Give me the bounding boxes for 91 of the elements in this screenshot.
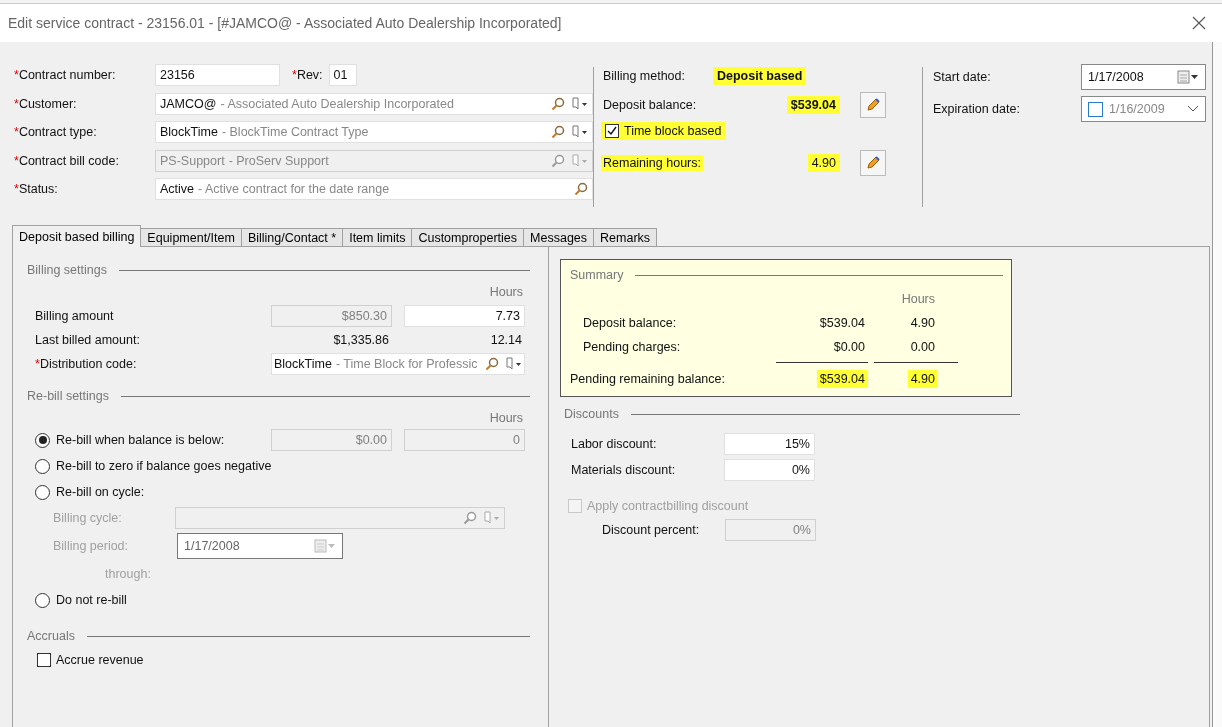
amount-field[interactable]: $0.00 — [271, 429, 392, 451]
option-label[interactable]: Re-bill to zero if balance goes negative — [56, 459, 272, 473]
section-title: Re-bill settings — [27, 389, 109, 403]
hours-value: 4.90 — [909, 315, 936, 332]
search-icon[interactable] — [574, 182, 588, 196]
field-label: Billing amount — [35, 309, 115, 323]
option-label[interactable]: Re-bill on cycle: — [56, 485, 145, 499]
radio-button[interactable] — [35, 484, 50, 500]
field-label: *Contract type: — [14, 125, 98, 139]
discount-field[interactable]: 15% — [724, 433, 815, 455]
field-label: *Contract number: — [14, 68, 117, 82]
chevron-down-icon[interactable] — [1187, 105, 1199, 113]
tab[interactable]: Billing/Contact * — [240, 228, 344, 247]
accrue-revenue-checkbox[interactable]: Accrue revenue — [33, 651, 148, 669]
pencil-icon — [865, 154, 881, 171]
hours-value: 12.14 — [489, 333, 523, 347]
field-label: Expiration date: — [933, 102, 1021, 116]
field-label: *Rev: — [292, 68, 323, 82]
option-label[interactable]: Do not re-bill — [56, 593, 127, 607]
field-label: Discount percent: — [602, 523, 701, 537]
lookup-field[interactable]: JAMCO@ - Associated Auto Dealership Incorporated — [155, 92, 593, 115]
flag-dropdown-icon[interactable] — [505, 357, 522, 371]
field-label: Billing cycle: — [53, 511, 123, 525]
lookup-field[interactable]: Active - Active contract for the date range — [155, 178, 593, 200]
field-label: Billing method: — [602, 67, 686, 84]
field-label: through: — [105, 567, 152, 581]
date-field[interactable]: 1/17/2008 — [1081, 64, 1206, 90]
field-label: Start date: — [933, 70, 992, 84]
search-icon[interactable] — [485, 357, 499, 371]
summary-label: Deposit balance: — [582, 316, 678, 330]
hours-field[interactable]: 7.73 — [404, 305, 525, 327]
pencil-icon — [865, 96, 881, 113]
column-heading: Hours — [488, 285, 524, 299]
lookup-field[interactable]: BlockTime - BlockTime Contract Type — [155, 121, 593, 143]
field-label: *Distribution code: — [35, 357, 138, 371]
search-icon[interactable] — [551, 125, 565, 139]
summary-label: Pending charges: — [582, 340, 682, 354]
amount-value: $539.04 — [816, 370, 868, 388]
amount-value: $539.04 — [818, 315, 866, 332]
radio-button[interactable] — [35, 432, 50, 448]
date-field[interactable]: 1/16/2009 — [1081, 96, 1206, 122]
search-icon[interactable] — [551, 96, 565, 111]
column-heading: Hours — [900, 291, 936, 308]
deposit-balance-value: $539.04 — [786, 95, 840, 114]
hours-value: 4.90 — [907, 370, 938, 388]
remaining-hours-value: 4.90 — [807, 153, 840, 172]
tab[interactable]: Customproperties — [411, 228, 525, 247]
window-title: Edit service contract - 23156.01 - [#JAMCO@ - Associated Auto Dealership Incorporated] — [8, 15, 562, 31]
hours-field[interactable]: 0 — [404, 429, 525, 451]
field-label: Remaining hours: — [601, 154, 703, 171]
flag-dropdown-icon[interactable] — [571, 125, 588, 139]
flag-dropdown-icon[interactable] — [571, 96, 588, 111]
contract-number-field[interactable]: 23156 — [155, 64, 280, 86]
hours-value: 0.00 — [909, 339, 936, 356]
edit-button[interactable] — [860, 149, 886, 176]
billing-method-value: Deposit based — [713, 66, 807, 85]
radio-button[interactable] — [35, 458, 50, 474]
field-label: *Status: — [14, 182, 59, 196]
tab[interactable]: Remarks — [593, 228, 658, 247]
search-icon[interactable] — [463, 511, 477, 525]
section-title: Summary — [570, 268, 624, 282]
amount-field[interactable]: $850.30 — [271, 305, 392, 327]
lookup-field[interactable]: BlockTime - Time Block for Professic — [271, 353, 525, 375]
tab[interactable]: Item limits — [342, 228, 413, 247]
time-block-checkbox[interactable]: Time block based — [601, 122, 726, 140]
field-label: Labor discount: — [571, 437, 658, 451]
field-label: Materials discount: — [571, 463, 677, 477]
column-heading: Hours — [488, 411, 524, 425]
field-label: Last billed amount: — [35, 333, 141, 347]
amount-value: $1,335.86 — [332, 333, 390, 347]
section-title: Accruals — [27, 629, 75, 643]
section-title: Discounts — [564, 407, 619, 421]
checkbox[interactable] — [1088, 101, 1103, 117]
revision-field[interactable]: 01 — [328, 64, 357, 86]
amount-value: $0.00 — [832, 339, 866, 356]
tab[interactable]: Equipment/Item — [140, 228, 242, 247]
tab[interactable]: Deposit based billing — [12, 225, 142, 247]
edit-button[interactable] — [860, 91, 886, 118]
field-label: *Contract bill code: — [14, 153, 120, 168]
tab[interactable]: Messages — [523, 228, 595, 247]
option-label[interactable]: Re-bill when balance is below: — [56, 433, 225, 447]
discount-field[interactable]: 0% — [724, 459, 815, 481]
calendar-dropdown-icon[interactable] — [1177, 70, 1199, 84]
section-title: Billing settings — [27, 263, 107, 277]
date-field[interactable]: 1/17/2008 — [177, 533, 343, 559]
field-label: Deposit balance: — [602, 96, 698, 113]
check-icon — [607, 126, 617, 136]
radio-button[interactable] — [35, 592, 50, 608]
field-label: *Customer: — [14, 96, 78, 111]
field-label: Billing period: — [53, 539, 130, 553]
summary-label: Pending remaining balance: — [570, 370, 726, 386]
